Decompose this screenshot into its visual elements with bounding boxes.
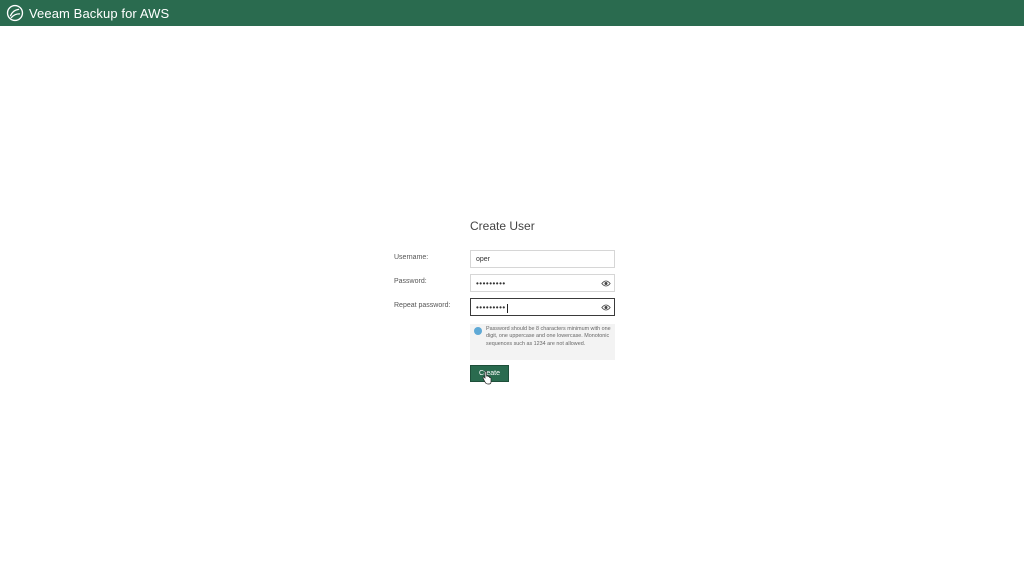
text-caret	[506, 303, 508, 313]
username-label: Username:	[394, 254, 429, 261]
info-icon	[474, 327, 482, 335]
app-title: Veeam Backup for AWS	[29, 5, 170, 21]
eye-icon[interactable]	[601, 279, 611, 288]
page-title: Create User	[470, 219, 535, 233]
username-row: Username: oper	[393, 250, 623, 268]
username-value: oper	[476, 256, 491, 263]
password-label: Password:	[394, 278, 427, 285]
repeat-password-text: •••••••••	[476, 303, 508, 314]
password-hint-text: Password should be 8 characters minimum …	[486, 326, 611, 347]
password-row: Password: •••••••••	[393, 274, 623, 292]
repeat-password-field[interactable]: •••••••••	[470, 298, 615, 316]
eye-icon[interactable]	[601, 303, 611, 312]
app-header: Veeam Backup for AWS	[0, 0, 1024, 26]
password-field[interactable]: •••••••••	[470, 274, 615, 292]
repeat-password-row: Repeat password: •••••••••	[393, 298, 623, 316]
username-field[interactable]: oper	[470, 250, 615, 268]
repeat-password-label: Repeat password:	[394, 302, 451, 309]
veeam-logo-icon	[6, 4, 24, 22]
password-hint: Password should be 8 characters minimum …	[470, 324, 615, 360]
hand-pointer-icon	[482, 371, 492, 385]
password-value: •••••••••	[476, 279, 506, 288]
repeat-password-value: •••••••••	[476, 303, 506, 312]
